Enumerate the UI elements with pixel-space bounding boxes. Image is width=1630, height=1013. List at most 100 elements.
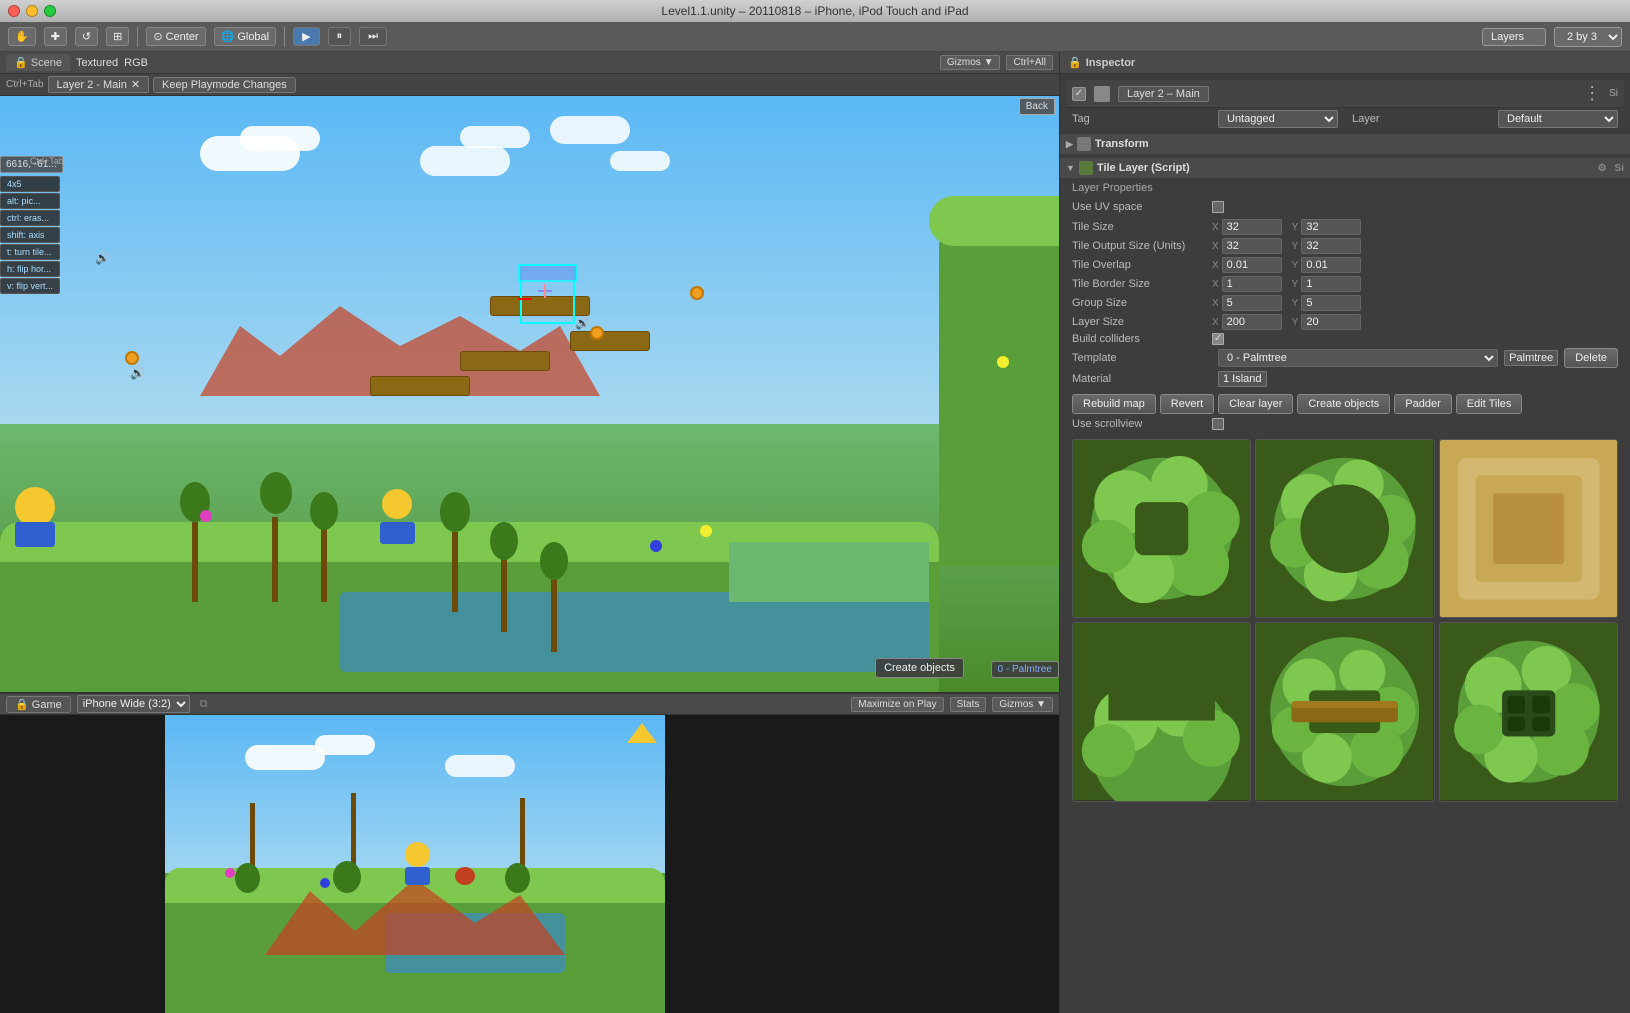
layer-properties-label: Layer Properties: [1072, 182, 1618, 194]
palm-3: [310, 492, 338, 602]
game-palm-3: [515, 798, 530, 893]
build-colliders-row: Build colliders: [1072, 333, 1618, 345]
tile-cell-4[interactable]: [1072, 622, 1251, 801]
game-gizmos-button[interactable]: Gizmos ▼: [992, 697, 1053, 712]
rebuild-map-button[interactable]: Rebuild map: [1072, 394, 1156, 414]
tile-layer-menu[interactable]: Si: [1615, 163, 1624, 174]
layer-badge[interactable]: Layer 2 - Main ✕: [48, 76, 150, 93]
tile-output-y-input[interactable]: [1301, 238, 1361, 254]
minimize-button[interactable]: [26, 5, 38, 17]
window-buttons: [8, 5, 56, 17]
edit-tiles-button[interactable]: Edit Tiles: [1456, 394, 1523, 414]
tile-border-row: Tile Border Size X Y: [1072, 276, 1618, 292]
template-delete-button[interactable]: Delete: [1564, 348, 1618, 368]
layer-size-x-label: X: [1212, 317, 1219, 328]
use-uv-row: Use UV space: [1072, 198, 1618, 216]
tile-border-y-input[interactable]: [1301, 276, 1361, 292]
use-scrollview-checkbox[interactable]: [1212, 418, 1224, 430]
scene-tab[interactable]: 🔒 Scene: [6, 54, 70, 71]
clear-layer-button[interactable]: Clear layer: [1218, 394, 1293, 414]
right-bush-top: [929, 196, 1059, 246]
use-uv-checkbox[interactable]: [1212, 201, 1224, 213]
tile-overlap-x-input[interactable]: [1222, 257, 1282, 273]
toolbar-right: Layers 2 by 3: [1482, 27, 1622, 47]
create-objects-button[interactable]: Create objects: [1297, 394, 1390, 414]
coin-3: [690, 286, 704, 300]
shortcut-panel: 4x5 alt: pic... ctrl: eras... shift: axi…: [0, 176, 60, 294]
scene-canvas: 🔊 🔊 🔊 6616, -61... Back 4x5 alt:: [0, 96, 1059, 692]
transform-arrow: ▶: [1066, 139, 1073, 150]
center-button[interactable]: ⊙ Center: [146, 27, 205, 46]
tile-cell-5[interactable]: [1255, 622, 1434, 801]
maximize-on-play-button[interactable]: Maximize on Play: [851, 697, 943, 712]
tile-svg-2: [1256, 440, 1433, 617]
palm-5: [490, 522, 518, 632]
maximize-button[interactable]: [44, 5, 56, 17]
layer-size-y-input[interactable]: [1301, 314, 1361, 330]
game-palm-1: [245, 803, 260, 893]
gizmos-all-button[interactable]: Ctrl+All: [1006, 55, 1053, 70]
layer-size-y-label: Y: [1292, 317, 1299, 328]
global-button[interactable]: 🌐 Global: [214, 27, 277, 46]
tile-size-label: Tile Size: [1072, 221, 1212, 233]
tile-layer-section: ▼ Tile Layer (Script) ⚙ Si: [1060, 158, 1630, 178]
material-row: Material 1 Island: [1066, 371, 1624, 387]
template-label: Template: [1072, 352, 1212, 364]
padder-button[interactable]: Padder: [1394, 394, 1451, 414]
tile-size-y-label: Y: [1292, 222, 1299, 233]
step-button[interactable]: ⏭: [359, 27, 387, 46]
inspector-expand-icon[interactable]: ⋮: [1583, 83, 1601, 104]
group-size-x-input[interactable]: [1222, 295, 1282, 311]
game-cloud-1: [245, 745, 325, 770]
titlebar: Level1.1.unity – 20110818 – iPhone, iPod…: [0, 0, 1630, 22]
scale-tool-button[interactable]: ⊞: [106, 27, 129, 46]
rotate-tool-button[interactable]: ↺: [75, 27, 98, 46]
game-lock-icon: 🔒: [15, 699, 29, 711]
tile-size-row: Tile Size X Y: [1072, 219, 1618, 235]
cloud-2: [240, 126, 320, 151]
layout-select[interactable]: 2 by 3: [1554, 27, 1622, 47]
tile-size-y-input[interactable]: [1301, 219, 1361, 235]
tile-svg-5: [1256, 623, 1433, 800]
stats-button[interactable]: Stats: [950, 697, 987, 712]
build-colliders-checkbox[interactable]: [1212, 333, 1224, 345]
selected-platform: [518, 264, 578, 282]
transform-label: Transform: [1095, 138, 1149, 150]
group-size-y-input[interactable]: [1301, 295, 1361, 311]
game-character: [405, 842, 430, 885]
layers-dropdown[interactable]: Layers: [1482, 28, 1546, 46]
layer-enable-checkbox[interactable]: ✓: [1072, 87, 1086, 101]
game-enemy: [455, 867, 475, 885]
tile-layer-settings[interactable]: ⚙: [1598, 163, 1607, 174]
tile-overlap-y-input[interactable]: [1301, 257, 1361, 273]
tile-output-x-input[interactable]: [1222, 238, 1282, 254]
play-button[interactable]: ▶: [293, 27, 319, 46]
tile-cell-2[interactable]: [1255, 439, 1434, 618]
action-buttons: Rebuild map Revert Clear layer Create ob…: [1066, 390, 1624, 418]
revert-button[interactable]: Revert: [1160, 394, 1214, 414]
hand-tool-button[interactable]: ✋: [8, 27, 36, 46]
tile-cell-3[interactable]: [1439, 439, 1618, 618]
tag-select[interactable]: Untagged: [1218, 110, 1338, 128]
textured-label: Textured: [76, 57, 118, 69]
tile-overlap-y-label: Y: [1292, 260, 1299, 271]
tile-size-x-input[interactable]: [1222, 219, 1282, 235]
close-button[interactable]: [8, 5, 20, 17]
create-objects-overlay-button[interactable]: Create objects: [875, 658, 964, 678]
game-size-select[interactable]: iPhone Wide (3:2): [77, 695, 190, 713]
layer-value-select[interactable]: Default: [1498, 110, 1618, 128]
pause-button[interactable]: ⏸: [328, 27, 352, 46]
keep-playmode-button[interactable]: Keep Playmode Changes: [153, 77, 296, 93]
audio-icon-3: 🔊: [130, 366, 145, 380]
back-button[interactable]: Back: [1019, 98, 1055, 115]
gizmos-button[interactable]: Gizmos ▼: [940, 55, 1001, 70]
tile-cell-1[interactable]: [1072, 439, 1251, 618]
template-select[interactable]: 0 - Palmtree: [1218, 349, 1498, 367]
layer-size-x-input[interactable]: [1222, 314, 1282, 330]
game-tab[interactable]: 🔒 Game: [6, 696, 71, 713]
tile-overlap-label: Tile Overlap: [1072, 259, 1212, 271]
divider: [137, 27, 138, 47]
tile-cell-6[interactable]: [1439, 622, 1618, 801]
tile-border-x-input[interactable]: [1222, 276, 1282, 292]
move-tool-button[interactable]: ✚: [44, 27, 67, 46]
